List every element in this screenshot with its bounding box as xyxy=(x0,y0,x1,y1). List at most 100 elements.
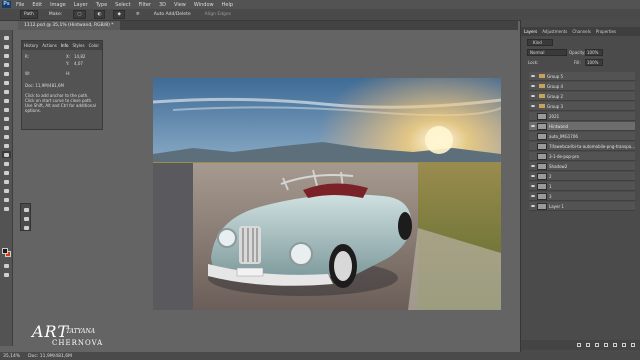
tab-properties[interactable]: Properties xyxy=(596,29,616,34)
history-brush-tool-icon[interactable] xyxy=(2,115,11,122)
eye-icon[interactable] xyxy=(529,72,537,81)
layer-name: 2021 xyxy=(549,113,560,119)
new-group-icon[interactable] xyxy=(613,343,617,347)
shape-tool-icon[interactable] xyxy=(2,178,11,185)
tab-styles[interactable]: Styles xyxy=(72,43,84,48)
layer-row[interactable]: 2021 xyxy=(529,112,635,121)
clone-stamp-tool-icon[interactable] xyxy=(2,106,11,113)
layer-name: 3-1-de-pop-pro xyxy=(549,153,579,159)
layer-row[interactable]: Group 4 xyxy=(529,82,635,91)
menu-type[interactable]: Type xyxy=(96,2,107,8)
menu-filter[interactable]: Filter xyxy=(139,2,151,8)
path-mode-select[interactable]: Path xyxy=(20,10,38,19)
info-x-value: 14,82 xyxy=(74,54,86,59)
eye-icon[interactable] xyxy=(529,82,537,91)
layer-row[interactable]: Hintwand xyxy=(529,122,635,131)
eye-icon[interactable] xyxy=(529,92,537,101)
layer-name: auto_IMG1706 xyxy=(549,133,578,139)
layer-row[interactable]: auto_IMG1706 xyxy=(529,132,635,141)
layer-row[interactable]: Group 2 xyxy=(529,92,635,101)
tab-layers[interactable]: Layers xyxy=(524,29,537,34)
menu-edit[interactable]: Edit xyxy=(32,2,42,8)
document-canvas[interactable] xyxy=(153,78,501,310)
layer-thumbnail xyxy=(537,192,547,200)
menu-view[interactable]: View xyxy=(174,2,186,8)
zoom-level[interactable]: 35,14% xyxy=(3,354,20,359)
layer-row[interactable]: 3-1-de-pop-pro xyxy=(529,152,635,161)
eraser-tool-icon[interactable] xyxy=(2,124,11,131)
foreground-color-swatch[interactable] xyxy=(2,248,8,254)
layer-row[interactable]: Layer 1 xyxy=(529,202,635,211)
quick-mask-icon[interactable] xyxy=(2,262,11,269)
layer-row[interactable]: 3 xyxy=(529,192,635,201)
status-bar: 35,14% Doc: 11,9M/481,6M xyxy=(0,352,640,360)
eye-icon[interactable] xyxy=(529,182,537,191)
eye-hidden-icon[interactable] xyxy=(529,152,537,161)
more-tools-icon[interactable] xyxy=(2,205,11,212)
type-tool-icon[interactable] xyxy=(2,160,11,167)
clone-source-icon[interactable] xyxy=(22,215,31,222)
new-layer-icon[interactable] xyxy=(622,343,626,347)
info-panel: History Actions Info Styles Color R: X: … xyxy=(21,40,103,130)
lasso-tool-icon[interactable] xyxy=(2,52,11,59)
tab-color[interactable]: Color xyxy=(89,43,99,48)
tab-channels[interactable]: Channels xyxy=(572,29,591,34)
menu-3d[interactable]: 3D xyxy=(159,2,166,8)
crop-tool-icon[interactable] xyxy=(2,70,11,77)
adjustment-layer-icon[interactable] xyxy=(604,343,608,347)
layer-row[interactable]: Group 3 xyxy=(529,102,635,111)
layer-row[interactable]: 1 xyxy=(529,182,635,191)
fx-icon[interactable] xyxy=(586,343,590,347)
brush-tool-icon[interactable] xyxy=(2,97,11,104)
eyedropper-tool-icon[interactable] xyxy=(2,79,11,86)
gear-icon[interactable]: ✲ xyxy=(133,11,143,18)
document-tab[interactable]: 1112.psd @ 35,1% (Hintwand, RGB/8) * xyxy=(18,21,120,30)
selection-button[interactable]: ▢ xyxy=(73,10,86,19)
menu-layer[interactable]: Layer xyxy=(74,2,88,8)
eye-icon[interactable] xyxy=(529,102,537,111)
menu-window[interactable]: Window xyxy=(194,2,214,8)
eye-icon[interactable] xyxy=(529,172,537,181)
shape-button[interactable]: ◆ xyxy=(113,10,125,19)
hand-tool-icon[interactable] xyxy=(2,187,11,194)
auto-add-delete-checkbox[interactable]: Auto Add/Delete xyxy=(151,11,194,18)
brush-preset-icon[interactable] xyxy=(22,206,31,213)
tab-adjustments[interactable]: Adjustments xyxy=(542,29,567,34)
layer-row[interactable]: 2 xyxy=(529,172,635,181)
layer-row[interactable]: Group 5 xyxy=(529,72,635,81)
quick-select-tool-icon[interactable] xyxy=(2,61,11,68)
pen-tool-icon[interactable] xyxy=(2,151,11,158)
eye-icon[interactable] xyxy=(529,192,537,201)
align-edges-checkbox[interactable]: Align Edges xyxy=(202,11,234,18)
tab-actions[interactable]: Actions xyxy=(42,43,57,48)
eye-hidden-icon[interactable] xyxy=(529,112,537,121)
layer-name: 7ifawebcaribi-ta-automobile-png-transpa.… xyxy=(549,143,635,149)
tab-history[interactable]: History xyxy=(24,43,38,48)
eye-icon[interactable] xyxy=(529,202,537,211)
paragraph-icon[interactable] xyxy=(22,224,31,231)
menu-file[interactable]: File xyxy=(16,2,24,8)
eye-hidden-icon[interactable] xyxy=(529,142,537,151)
tab-info[interactable]: Info xyxy=(61,43,69,48)
path-selection-tool-icon[interactable] xyxy=(2,169,11,176)
marquee-tool-icon[interactable] xyxy=(2,43,11,50)
menu-select[interactable]: Select xyxy=(115,2,130,8)
zoom-tool-icon[interactable] xyxy=(2,196,11,203)
gradient-tool-icon[interactable] xyxy=(2,133,11,140)
eye-icon[interactable] xyxy=(529,162,537,171)
move-tool-icon[interactable] xyxy=(2,34,11,41)
menu-help[interactable]: Help xyxy=(222,2,233,8)
layer-thumbnail xyxy=(537,182,547,190)
eye-hidden-icon[interactable] xyxy=(529,132,537,141)
layer-row[interactable]: 7ifawebcaribi-ta-automobile-png-transpa.… xyxy=(529,142,635,151)
blur-tool-icon[interactable] xyxy=(2,142,11,149)
link-layers-icon[interactable] xyxy=(577,343,581,347)
mask-button[interactable]: ◐ xyxy=(93,10,106,19)
healing-brush-tool-icon[interactable] xyxy=(2,88,11,95)
eye-icon[interactable] xyxy=(529,122,537,131)
layer-row[interactable]: Shadow2 xyxy=(529,162,635,171)
menu-image[interactable]: Image xyxy=(50,2,66,8)
screen-mode-icon[interactable] xyxy=(2,271,11,278)
add-mask-icon[interactable] xyxy=(595,343,599,347)
trash-icon[interactable] xyxy=(631,343,635,347)
